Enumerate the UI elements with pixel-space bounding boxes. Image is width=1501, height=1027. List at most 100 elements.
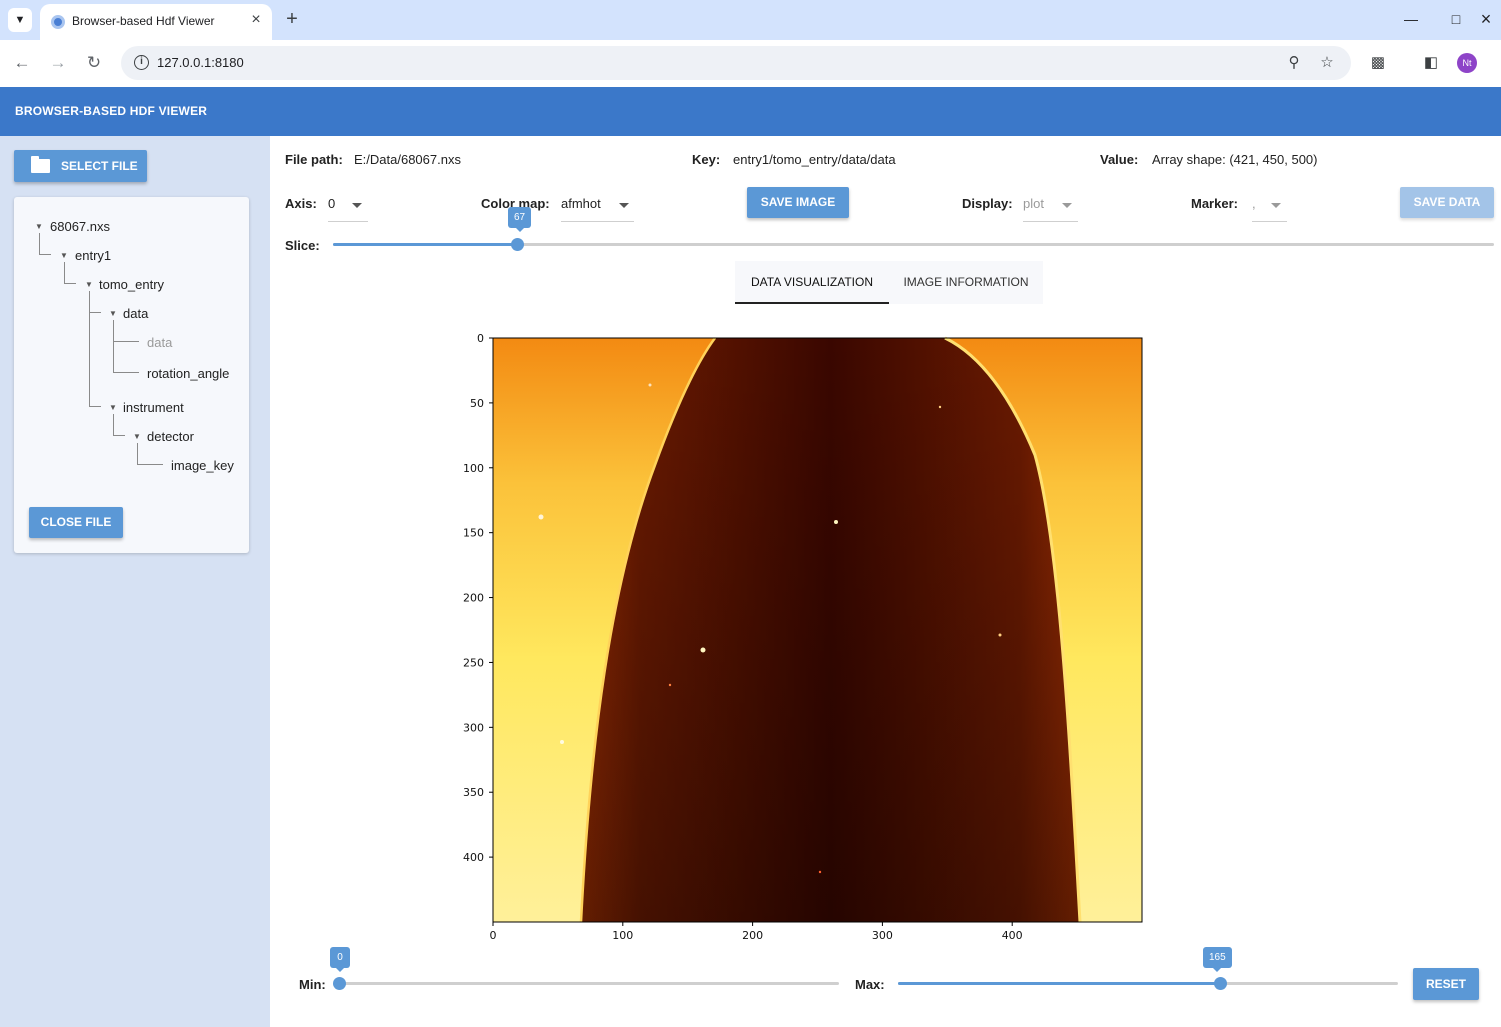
- min-value-label: 0: [330, 947, 350, 972]
- view-tabs: DATA VISUALIZATION IMAGE INFORMATION: [735, 261, 1043, 304]
- dropdown-caret-icon: [1271, 203, 1281, 208]
- expand-arrow-icon[interactable]: ▼: [133, 432, 141, 441]
- profile-avatar[interactable]: Nt: [1457, 53, 1477, 73]
- y-tick-label: 0: [477, 332, 484, 345]
- tree-connector: [113, 341, 139, 342]
- tree-node-image-key[interactable]: image_key: [171, 458, 234, 473]
- tree-connector: [113, 372, 139, 373]
- forward-arrow-icon[interactable]: →: [44, 50, 72, 76]
- colormap-select[interactable]: afmhot: [561, 194, 634, 222]
- address-bar[interactable]: i 127.0.0.1:8180 ⚲ ☆: [121, 46, 1351, 80]
- x-axis: 0 100 200 300 400: [490, 922, 1023, 942]
- slice-value-label: 67: [508, 207, 532, 232]
- browser-tab-bar: ▼ Browser-based Hdf Viewer × + — □ ×: [0, 0, 1501, 40]
- tree-node-tomo-entry[interactable]: tomo_entry: [99, 277, 164, 292]
- dropdown-caret-icon: [352, 203, 362, 208]
- select-file-label: SELECT FILE: [61, 159, 138, 173]
- y-tick-label: 200: [463, 592, 484, 605]
- expand-arrow-icon[interactable]: ▼: [109, 403, 117, 412]
- tab-image-information[interactable]: IMAGE INFORMATION: [889, 261, 1043, 304]
- max-slider-thumb[interactable]: [1214, 977, 1227, 990]
- axis-select-value: 0: [328, 196, 336, 211]
- key-value: entry1/tomo_entry/data/data: [733, 152, 896, 167]
- max-label: Max:: [855, 977, 885, 992]
- slice-slider-fill: [333, 243, 517, 246]
- slice-slider-thumb[interactable]: [511, 238, 524, 251]
- tree-node-data-group[interactable]: data: [123, 306, 148, 321]
- file-tree-panel: ▼ 68067.nxs ▼ entry1 ▼ tomo_entry ▼ data…: [14, 197, 249, 553]
- tree-connector: [137, 443, 138, 464]
- new-tab-plus-icon[interactable]: +: [282, 8, 302, 32]
- dropdown-caret-icon: [1062, 203, 1072, 208]
- site-info-icon[interactable]: i: [134, 55, 149, 70]
- window-close-icon[interactable]: ×: [1471, 8, 1501, 30]
- expand-arrow-icon[interactable]: ▼: [60, 251, 68, 260]
- close-file-button[interactable]: CLOSE FILE: [29, 507, 123, 538]
- key-label: Key:: [692, 152, 721, 167]
- app-header: BROWSER-BASED HDF VIEWER: [0, 87, 1501, 136]
- max-value-label: 165: [1203, 947, 1232, 972]
- value-value: Array shape: (421, 450, 500): [1152, 152, 1318, 167]
- display-select[interactable]: plot: [1023, 194, 1078, 222]
- tree-node-entry1[interactable]: entry1: [75, 248, 111, 263]
- tree-connector: [89, 406, 101, 407]
- y-tick-label: 400: [463, 851, 484, 864]
- tree-node-instrument[interactable]: instrument: [123, 400, 184, 415]
- back-arrow-icon[interactable]: ←: [8, 50, 36, 76]
- expand-arrow-icon[interactable]: ▼: [85, 280, 93, 289]
- zoom-magnifier-icon[interactable]: ⚲: [1283, 53, 1305, 73]
- tree-node-detector[interactable]: detector: [147, 429, 194, 444]
- tree-node-file[interactable]: 68067.nxs: [50, 219, 110, 234]
- tree-connector: [64, 262, 65, 283]
- file-path-label: File path:: [285, 152, 343, 167]
- extensions-puzzle-icon[interactable]: ▩: [1367, 52, 1389, 74]
- save-image-button[interactable]: SAVE IMAGE: [747, 187, 849, 218]
- axis-select[interactable]: 0: [328, 194, 368, 222]
- marker-select[interactable]: ,: [1252, 194, 1287, 222]
- x-tick-label: 200: [742, 929, 763, 942]
- tab-data-visualization[interactable]: DATA VISUALIZATION: [735, 261, 889, 304]
- dropdown-caret-icon: [619, 203, 629, 208]
- min-label: Min:: [299, 977, 326, 992]
- browser-toolbar: ← → ↻ i 127.0.0.1:8180 ⚲ ☆ ▩ ◧ Nt: [0, 40, 1501, 87]
- tree-connector: [89, 312, 101, 313]
- y-tick-label: 350: [463, 786, 484, 799]
- select-file-button[interactable]: SELECT FILE: [14, 150, 147, 182]
- expand-arrow-icon[interactable]: ▼: [35, 222, 43, 231]
- tree-node-data-dataset[interactable]: data: [147, 335, 172, 350]
- x-tick-label: 0: [490, 929, 497, 942]
- expand-arrow-icon[interactable]: ▼: [109, 309, 117, 318]
- tree-connector: [113, 435, 125, 436]
- tree-connector: [39, 233, 40, 254]
- tree-connector: [64, 283, 76, 284]
- y-tick-label: 250: [463, 656, 484, 669]
- tree-connector: [113, 414, 114, 435]
- display-label: Display:: [962, 196, 1013, 211]
- min-slider-thumb[interactable]: [333, 977, 346, 990]
- url-text[interactable]: 127.0.0.1:8180: [157, 55, 244, 70]
- reload-icon[interactable]: ↻: [80, 50, 108, 76]
- value-label: Value:: [1100, 152, 1139, 167]
- save-data-button[interactable]: SAVE DATA: [1400, 187, 1494, 218]
- tree-connector: [137, 464, 163, 465]
- bookmark-star-icon[interactable]: ☆: [1316, 53, 1338, 73]
- tree-connector: [39, 254, 51, 255]
- min-slider-rail[interactable]: [339, 982, 839, 985]
- maximize-icon[interactable]: □: [1441, 8, 1471, 30]
- tab-close-icon[interactable]: ×: [247, 11, 265, 29]
- tree-node-rotation-angle[interactable]: rotation_angle: [147, 366, 229, 381]
- reset-button[interactable]: RESET: [1413, 968, 1479, 1000]
- marker-label: Marker:: [1191, 196, 1238, 211]
- side-panel-icon[interactable]: ◧: [1420, 52, 1442, 74]
- tree-connector: [113, 320, 114, 372]
- tab-search-chevron-icon[interactable]: ▼: [8, 8, 32, 32]
- y-axis: 0 50 100 150 200 250 300 350 400: [463, 332, 493, 864]
- browser-tab[interactable]: Browser-based Hdf Viewer ×: [40, 4, 272, 40]
- favicon-icon: [51, 15, 65, 29]
- minimize-icon[interactable]: —: [1396, 8, 1426, 30]
- x-tick-label: 400: [1002, 929, 1023, 942]
- max-slider-fill: [898, 982, 1221, 985]
- y-tick-label: 150: [463, 527, 484, 540]
- colormap-select-value: afmhot: [561, 196, 601, 211]
- image-plot[interactable]: 0 100 200 300 400 0 50 100 150 200 250 300 350 400: [440, 325, 1160, 945]
